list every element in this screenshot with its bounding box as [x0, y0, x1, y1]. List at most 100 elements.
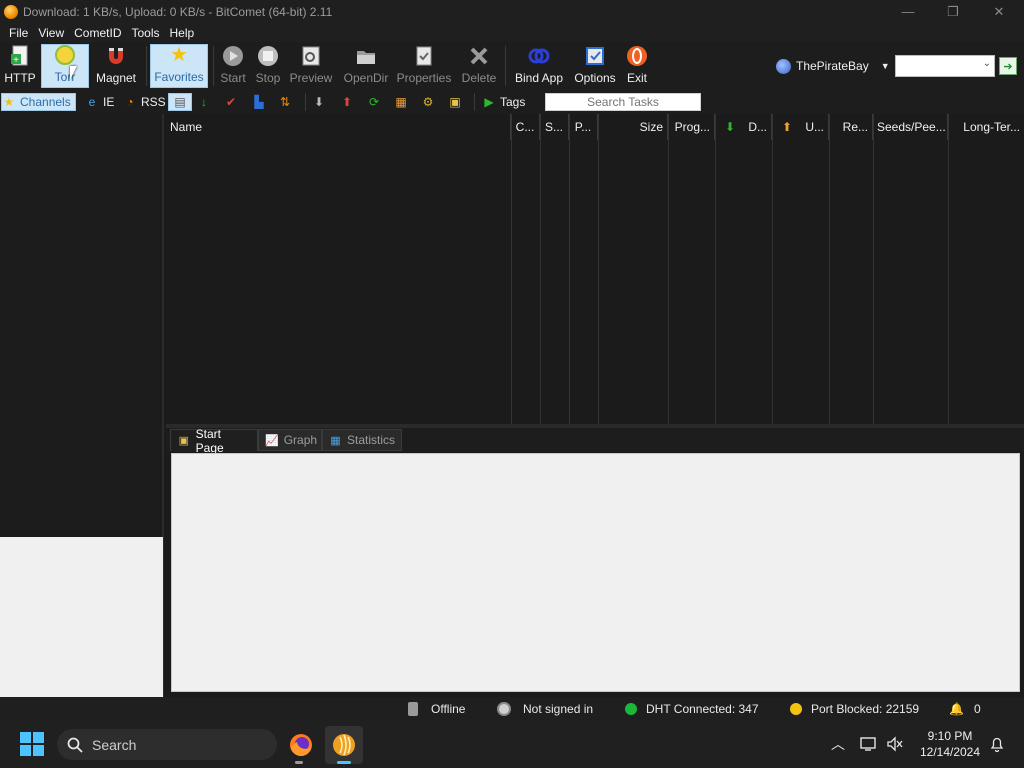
minimize-button[interactable]: —: [885, 0, 931, 23]
tab-statistics[interactable]: ▦ Statistics: [322, 429, 402, 451]
account-status[interactable]: Not signed in: [497, 697, 593, 720]
column-seeds-peers[interactable]: Seeds/Pee...: [873, 114, 948, 140]
settings-file-button[interactable]: ⚙: [421, 93, 439, 111]
connection-status-label: Offline: [431, 701, 466, 716]
menu-help[interactable]: Help: [165, 26, 200, 40]
toolbar-divider: [505, 46, 506, 86]
column-divider: [598, 114, 599, 426]
channels-star-icon: ★: [3, 95, 15, 109]
taskbar-search[interactable]: Search: [57, 729, 277, 760]
all-tasks-filter[interactable]: ▤: [168, 93, 192, 111]
magnet-button[interactable]: Magnet: [92, 44, 140, 88]
rss-icon: ◔: [126, 95, 134, 109]
column-size[interactable]: Size: [598, 114, 668, 140]
bitcomet-app-icon: [4, 4, 18, 19]
port-status[interactable]: Port Blocked: 22159: [790, 697, 919, 720]
preview-button[interactable]: Preview: [288, 44, 334, 88]
rss-button[interactable]: ◔ RSS: [123, 93, 166, 111]
bitcomet-taskbar-button[interactable]: [325, 726, 363, 764]
stop-button[interactable]: Stop: [252, 44, 284, 88]
menu-cometid[interactable]: CometID: [69, 26, 126, 40]
opendir-label: OpenDir: [343, 71, 389, 85]
tags-button[interactable]: ▶ Tags: [482, 93, 525, 111]
refresh-button[interactable]: ⟳: [367, 93, 385, 111]
import-button[interactable]: ⬇: [312, 93, 330, 111]
column-s[interactable]: S...: [540, 114, 569, 140]
menu-tools[interactable]: Tools: [126, 26, 164, 40]
properties-button[interactable]: Properties: [395, 44, 453, 88]
properties-icon: [413, 45, 435, 67]
favorites-button[interactable]: ★ Favorites: [150, 44, 208, 88]
start-button[interactable]: Start: [218, 44, 248, 88]
http-label: HTTP: [4, 71, 36, 85]
ie-button[interactable]: e IE: [85, 93, 115, 111]
file-list-button[interactable]: ▦: [394, 93, 412, 111]
torrent-button[interactable]: Torr: [41, 44, 89, 88]
torrent-search-input[interactable]: ⌄: [895, 55, 995, 77]
upload-arrow-icon: ⬆: [782, 120, 793, 134]
search-icon: [67, 737, 83, 753]
column-p[interactable]: P...: [569, 114, 598, 140]
go-search-button[interactable]: ➔: [999, 57, 1017, 75]
active-indicator: [337, 761, 351, 764]
downloading-filter[interactable]: ↓: [197, 93, 215, 111]
file-list-icon: ▦: [395, 95, 407, 109]
column-c[interactable]: C...: [511, 114, 540, 140]
column-divider: [540, 114, 541, 426]
windows-start-button[interactable]: [20, 732, 44, 756]
exit-button[interactable]: Exit: [622, 44, 652, 88]
taskbar-clock[interactable]: 9:10 PM 12/14/2024: [912, 728, 988, 760]
connection-status[interactable]: Offline: [408, 697, 465, 720]
notifications-status[interactable]: 🔔 0: [949, 697, 981, 720]
svg-text:+: +: [13, 55, 19, 66]
channels-button[interactable]: ★ Channels: [1, 93, 76, 111]
status-bar: Offline Not signed in DHT Connected: 347…: [0, 697, 1024, 720]
column-remaining[interactable]: Re...: [829, 114, 873, 140]
network-tray-button[interactable]: [858, 720, 880, 768]
start-page-content[interactable]: [171, 453, 1020, 692]
plug-icon: [408, 701, 418, 716]
column-long-term[interactable]: Long-Ter...: [948, 114, 1024, 140]
menu-file[interactable]: File: [4, 26, 33, 40]
firefox-taskbar-button[interactable]: [282, 726, 320, 764]
queued-filter[interactable]: ▙: [252, 93, 270, 111]
options-label: Options: [574, 71, 616, 85]
delete-label: Delete: [461, 71, 497, 85]
bind-app-button[interactable]: Bind App: [510, 44, 568, 88]
volume-tray-button[interactable]: [884, 720, 906, 768]
column-name[interactable]: Name: [166, 114, 511, 140]
globe-icon: [776, 58, 791, 74]
archive-button[interactable]: ▣: [448, 93, 466, 111]
rss-label: RSS: [141, 95, 166, 109]
restore-button[interactable]: ❐: [930, 0, 976, 23]
running-indicator: [295, 761, 303, 764]
delete-button[interactable]: Delete: [458, 44, 500, 88]
upload-button[interactable]: ⬆: [340, 93, 358, 111]
tab-start-page[interactable]: ▣ Start Page: [170, 427, 258, 455]
search-engine-selector[interactable]: ThePirateBay ▼: [776, 56, 890, 76]
start-label: Start: [220, 71, 246, 85]
tab-graph[interactable]: 📈 Graph: [258, 429, 322, 451]
column-progress[interactable]: Prog...: [668, 114, 715, 140]
main-toolbar: + HTTP Torr Magnet ★ Favorites Start Sto…: [0, 42, 1024, 90]
upload-icon: ⬆: [341, 95, 353, 109]
opendir-button[interactable]: OpenDir: [340, 44, 392, 88]
show-hidden-icons-button[interactable]: ︿: [826, 720, 850, 768]
column-upload-rate[interactable]: ⬆ U...: [772, 114, 829, 140]
seeding-filter[interactable]: ⇅: [278, 93, 296, 111]
task-list[interactable]: Name C... S... P... Size Prog... ⬇ D... …: [166, 114, 1024, 426]
menu-view[interactable]: View: [33, 26, 69, 40]
close-button[interactable]: ✕: [976, 0, 1022, 23]
options-button[interactable]: Options: [572, 44, 618, 88]
search-tasks-input[interactable]: [545, 93, 701, 111]
chevron-down-icon[interactable]: ⌄: [983, 58, 991, 69]
exit-icon: [626, 45, 648, 67]
column-download-rate[interactable]: ⬇ D...: [715, 114, 772, 140]
notification-center-button[interactable]: [986, 720, 1008, 768]
toolbar-divider: [213, 46, 214, 86]
dht-status[interactable]: DHT Connected: 347: [625, 697, 759, 720]
completed-filter[interactable]: ✔: [224, 93, 242, 111]
http-button[interactable]: + HTTP: [2, 44, 38, 88]
dht-status-label: DHT Connected: 347: [646, 701, 759, 716]
delete-icon: [468, 45, 490, 67]
